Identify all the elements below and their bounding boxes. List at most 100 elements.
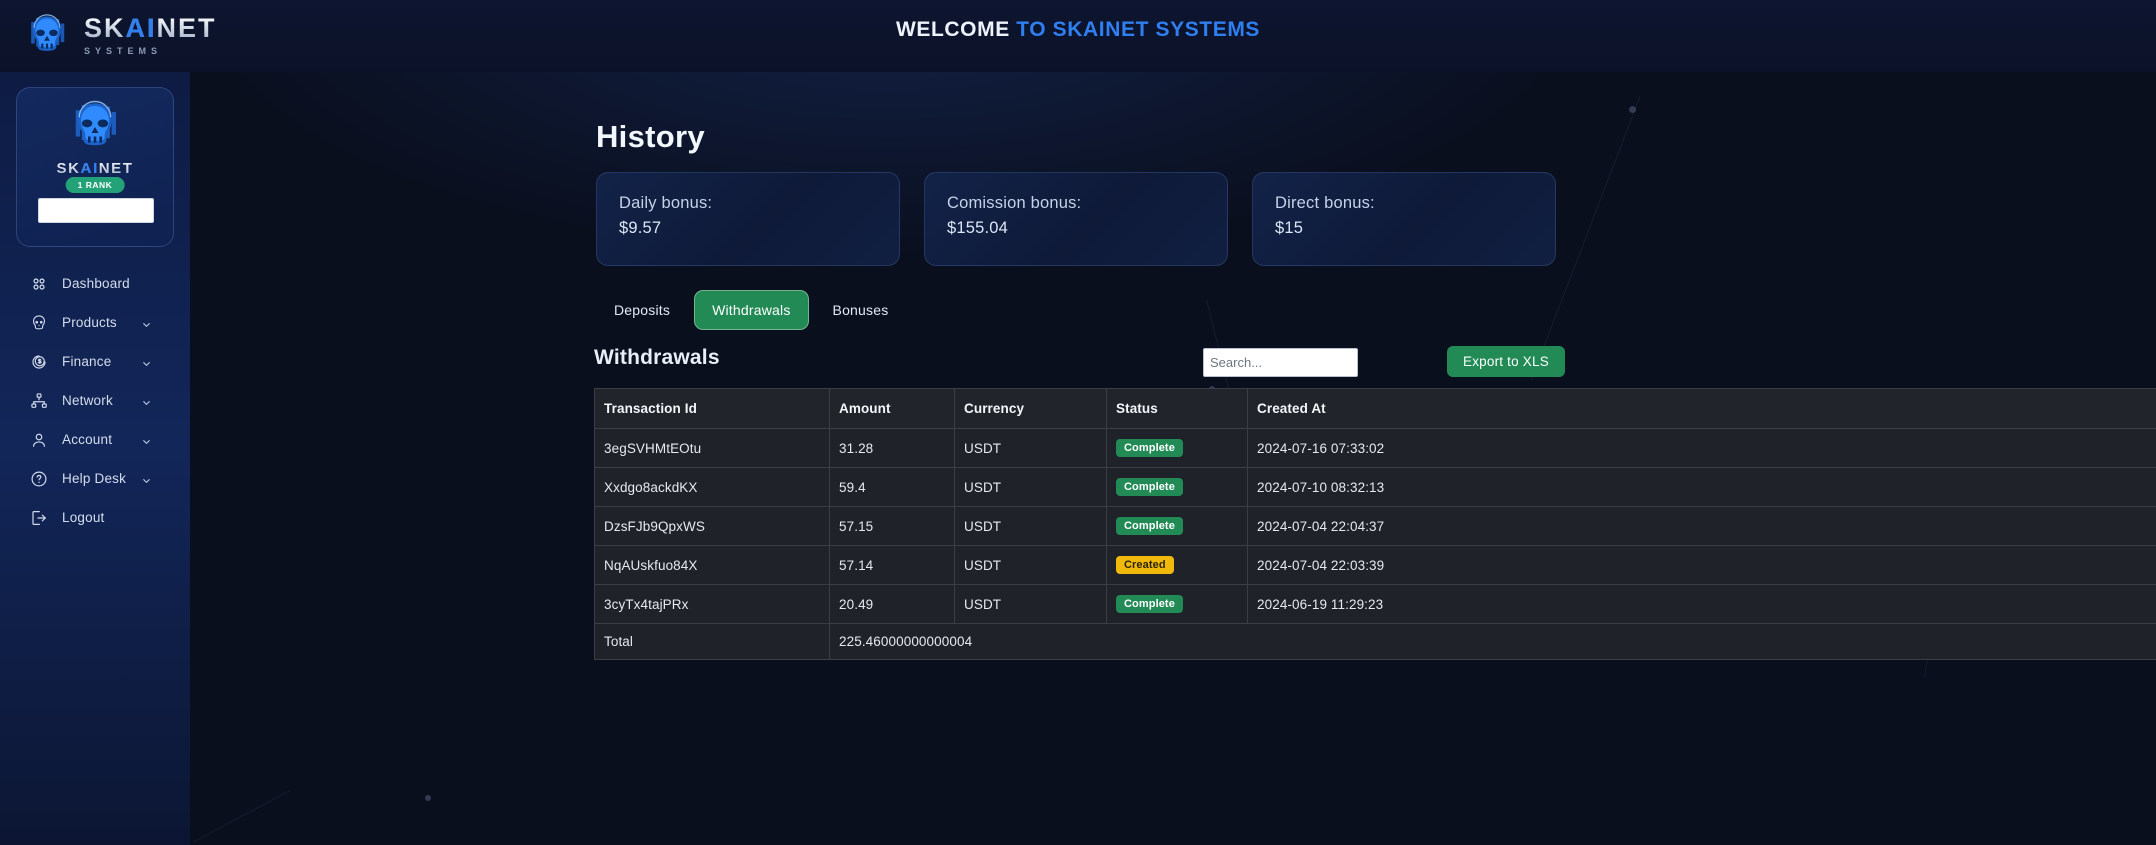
total-value: 225.46000000000004 bbox=[829, 623, 2156, 660]
profile-search-input[interactable] bbox=[38, 198, 154, 223]
profile-name: SKAINET bbox=[17, 160, 173, 177]
status-badge: Created bbox=[1116, 556, 1174, 574]
cell-status: Complete bbox=[1106, 506, 1248, 546]
cell-amount: 57.15 bbox=[829, 506, 955, 546]
sidebar-item-label: Dashboard bbox=[62, 276, 130, 291]
sitemap-icon bbox=[30, 392, 48, 410]
cell-transaction-id: 3egSVHMtEOtu bbox=[594, 428, 830, 468]
history-tabs: Deposits Withdrawals Bonuses bbox=[596, 290, 906, 330]
dollar-circle-icon bbox=[30, 353, 48, 371]
cell-created-at: 2024-07-10 08:32:13 bbox=[1247, 467, 2156, 507]
search-input[interactable] bbox=[1203, 348, 1358, 377]
welcome-highlight: TO SKAINET SYSTEMS bbox=[1016, 18, 1261, 41]
sidebar: SKAINET 1 RANK Dashboard Products Financ… bbox=[0, 72, 190, 845]
total-label: Total bbox=[594, 623, 830, 660]
cell-created-at: 2024-06-19 11:29:23 bbox=[1247, 584, 2156, 624]
cell-currency: USDT bbox=[954, 545, 1107, 585]
sidebar-item-label: Help Desk bbox=[62, 471, 127, 486]
tab-bonuses[interactable]: Bonuses bbox=[815, 290, 907, 330]
stat-card-daily-bonus: Daily bonus: $9.57 bbox=[596, 172, 900, 266]
page-title: History bbox=[596, 119, 705, 154]
stat-card-value: $15 bbox=[1275, 219, 1304, 237]
tab-withdrawals[interactable]: Withdrawals bbox=[694, 290, 809, 330]
profile-card: SKAINET 1 RANK bbox=[16, 87, 174, 247]
sidebar-item-logout[interactable]: Logout bbox=[0, 498, 190, 537]
stat-card-label: Comission bonus: bbox=[947, 194, 1082, 212]
stat-card-group: Daily bonus: $9.57 Comission bonus: $155… bbox=[596, 172, 1556, 266]
cell-transaction-id: DzsFJb9QpxWS bbox=[594, 506, 830, 546]
sidebar-item-account[interactable]: Account bbox=[0, 420, 190, 459]
skull-icon bbox=[30, 314, 48, 332]
stat-card-label: Direct bonus: bbox=[1275, 194, 1375, 212]
stat-card-value: $9.57 bbox=[619, 219, 662, 237]
sidebar-item-finance[interactable]: Finance bbox=[0, 342, 190, 381]
table-row[interactable]: Xxdgo8ackdKX 59.4 USDT Complete 2024-07-… bbox=[594, 467, 2156, 507]
chevron-down-icon[interactable] bbox=[141, 395, 152, 406]
cell-amount: 59.4 bbox=[829, 467, 955, 507]
chevron-down-icon[interactable] bbox=[141, 434, 152, 445]
tab-deposits[interactable]: Deposits bbox=[596, 290, 688, 330]
column-header-currency: Currency bbox=[954, 388, 1107, 429]
export-to-xls-button[interactable]: Export to XLS bbox=[1447, 346, 1565, 377]
welcome-title: WELCOME TO SKAINET SYSTEMS bbox=[0, 18, 2156, 42]
sidebar-item-help-desk[interactable]: Help Desk bbox=[0, 459, 190, 498]
cell-created-at: 2024-07-04 22:04:37 bbox=[1247, 506, 2156, 546]
dashboard-grid-icon bbox=[30, 275, 48, 293]
table-head: Transaction Id Amount Currency Status Cr… bbox=[594, 388, 2156, 429]
cell-currency: USDT bbox=[954, 467, 1107, 507]
sidebar-item-label: Network bbox=[62, 393, 113, 408]
sidebar-item-label: Account bbox=[62, 432, 113, 447]
stat-card-label: Daily bonus: bbox=[619, 194, 713, 212]
stat-card-direct-bonus: Direct bonus: $15 bbox=[1252, 172, 1556, 266]
status-badge: Complete bbox=[1116, 517, 1183, 535]
skull-avatar-icon bbox=[67, 98, 123, 154]
column-header-transaction-id: Transaction Id bbox=[594, 388, 830, 429]
cell-created-at: 2024-07-16 07:33:02 bbox=[1247, 428, 2156, 468]
column-header-amount: Amount bbox=[829, 388, 955, 429]
chevron-down-icon[interactable] bbox=[141, 356, 152, 367]
table-row[interactable]: 3cyTx4tajPRx 20.49 USDT Complete 2024-06… bbox=[594, 584, 2156, 624]
profile-name-ai: AI bbox=[80, 160, 99, 177]
app-root: SKAINET SYSTEMS WELCOME TO SKAINET SYSTE… bbox=[0, 0, 2156, 845]
cell-amount: 20.49 bbox=[829, 584, 955, 624]
sidebar-item-label: Finance bbox=[62, 354, 112, 369]
cell-status: Complete bbox=[1106, 428, 1248, 468]
cell-transaction-id: NqAUskfuo84X bbox=[594, 545, 830, 585]
withdrawals-table: Transaction Id Amount Currency Status Cr… bbox=[594, 388, 2156, 660]
chevron-down-icon[interactable] bbox=[141, 473, 152, 484]
column-header-created-at: Created At bbox=[1247, 388, 2156, 429]
profile-name-part2: NET bbox=[98, 160, 134, 177]
main-content: History Daily bonus: $9.57 Comission bon… bbox=[190, 72, 2156, 845]
rank-badge: 1 RANK bbox=[65, 177, 125, 193]
stat-card-value: $155.04 bbox=[947, 219, 1009, 237]
cell-currency: USDT bbox=[954, 428, 1107, 468]
sidebar-item-label: Products bbox=[62, 315, 117, 330]
cell-created-at: 2024-07-04 22:03:39 bbox=[1247, 545, 2156, 585]
chevron-down-icon[interactable] bbox=[141, 317, 152, 328]
sidebar-item-label: Logout bbox=[62, 510, 105, 525]
stat-card-comission-bonus: Comission bonus: $155.04 bbox=[924, 172, 1228, 266]
cell-transaction-id: Xxdgo8ackdKX bbox=[594, 467, 830, 507]
welcome-prefix: WELCOME bbox=[895, 18, 1017, 41]
column-header-status: Status bbox=[1106, 388, 1248, 429]
table-total-row: Total 225.46000000000004 bbox=[594, 623, 2156, 660]
table-header-row: Transaction Id Amount Currency Status Cr… bbox=[594, 388, 2156, 429]
sidebar-item-network[interactable]: Network bbox=[0, 381, 190, 420]
cell-status: Complete bbox=[1106, 467, 1248, 507]
table-body: 3egSVHMtEOtu 31.28 USDT Complete 2024-07… bbox=[594, 428, 2156, 660]
withdrawals-table-wrapper: Transaction Id Amount Currency Status Cr… bbox=[594, 388, 2156, 660]
cell-amount: 57.14 bbox=[829, 545, 955, 585]
table-row[interactable]: NqAUskfuo84X 57.14 USDT Created 2024-07-… bbox=[594, 545, 2156, 585]
user-icon bbox=[30, 431, 48, 449]
cell-status: Complete bbox=[1106, 584, 1248, 624]
table-row[interactable]: DzsFJb9QpxWS 57.15 USDT Complete 2024-07… bbox=[594, 506, 2156, 546]
status-badge: Complete bbox=[1116, 478, 1183, 496]
cell-transaction-id: 3cyTx4tajPRx bbox=[594, 584, 830, 624]
table-row[interactable]: 3egSVHMtEOtu 31.28 USDT Complete 2024-07… bbox=[594, 428, 2156, 468]
sidebar-item-dashboard[interactable]: Dashboard bbox=[0, 264, 190, 303]
logout-icon bbox=[30, 509, 48, 527]
sidebar-item-products[interactable]: Products bbox=[0, 303, 190, 342]
cell-currency: USDT bbox=[954, 506, 1107, 546]
cell-status: Created bbox=[1106, 545, 1248, 585]
status-badge: Complete bbox=[1116, 439, 1183, 457]
